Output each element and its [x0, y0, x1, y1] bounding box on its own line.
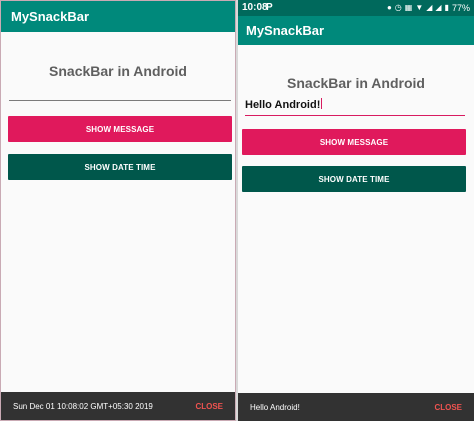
notification-icon: ● — [386, 3, 392, 12]
vibrate-icon: ▦ — [404, 3, 413, 12]
show-message-button[interactable]: SHOW MESSAGE — [242, 129, 466, 155]
message-input[interactable] — [9, 81, 231, 101]
signal-icon: ◢ — [426, 3, 433, 12]
page-heading: SnackBar in Android — [287, 75, 425, 91]
show-date-time-label: SHOW DATE TIME — [84, 162, 156, 172]
signal-icon: ◢ — [435, 3, 442, 12]
status-bar: 10:08 P ● ◷ ▦ ▼ ◢ ◢ ▮ 77% — [238, 0, 474, 16]
app-bar: MySnackBar — [1, 1, 235, 32]
left-screen: MySnackBar SnackBar in Android SHOW MESS… — [0, 0, 236, 421]
show-date-time-button[interactable]: SHOW DATE TIME — [242, 166, 466, 192]
show-date-time-label: SHOW DATE TIME — [318, 174, 390, 184]
page-heading: SnackBar in Android — [49, 63, 187, 79]
snackbar-text: Sun Dec 01 10:08:02 GMT+05:30 2019 — [13, 401, 153, 411]
message-input-value: Hello Android! — [245, 99, 321, 111]
app-title: MySnackBar — [11, 9, 90, 24]
snackbar-close-button[interactable]: CLOSE — [434, 403, 462, 412]
battery-icon: ▮ — [444, 3, 449, 12]
message-input[interactable]: Hello Android! — [245, 96, 465, 116]
show-message-button[interactable]: SHOW MESSAGE — [8, 116, 232, 142]
snackbar-text: Hello Android! — [250, 402, 300, 412]
app-bar: MySnackBar — [238, 16, 474, 45]
text-cursor — [321, 98, 323, 109]
show-message-label: SHOW MESSAGE — [319, 137, 389, 147]
show-message-label: SHOW MESSAGE — [85, 124, 155, 134]
snackbar: Hello Android! CLOSE — [238, 393, 474, 421]
app-notification-icon: P — [266, 2, 273, 13]
snackbar-close-button[interactable]: CLOSE — [195, 402, 223, 411]
right-screen: 10:08 P ● ◷ ▦ ▼ ◢ ◢ ▮ 77% MySnackBar Sna… — [238, 0, 474, 421]
status-time: 10:08 — [242, 2, 268, 13]
show-date-time-button[interactable]: SHOW DATE TIME — [8, 154, 232, 180]
battery-percent: 77% — [451, 3, 470, 13]
alarm-icon: ◷ — [394, 3, 402, 12]
app-title: MySnackBar — [246, 23, 325, 38]
wifi-icon: ▼ — [415, 3, 424, 12]
snackbar: Sun Dec 01 10:08:02 GMT+05:30 2019 CLOSE — [1, 392, 235, 420]
